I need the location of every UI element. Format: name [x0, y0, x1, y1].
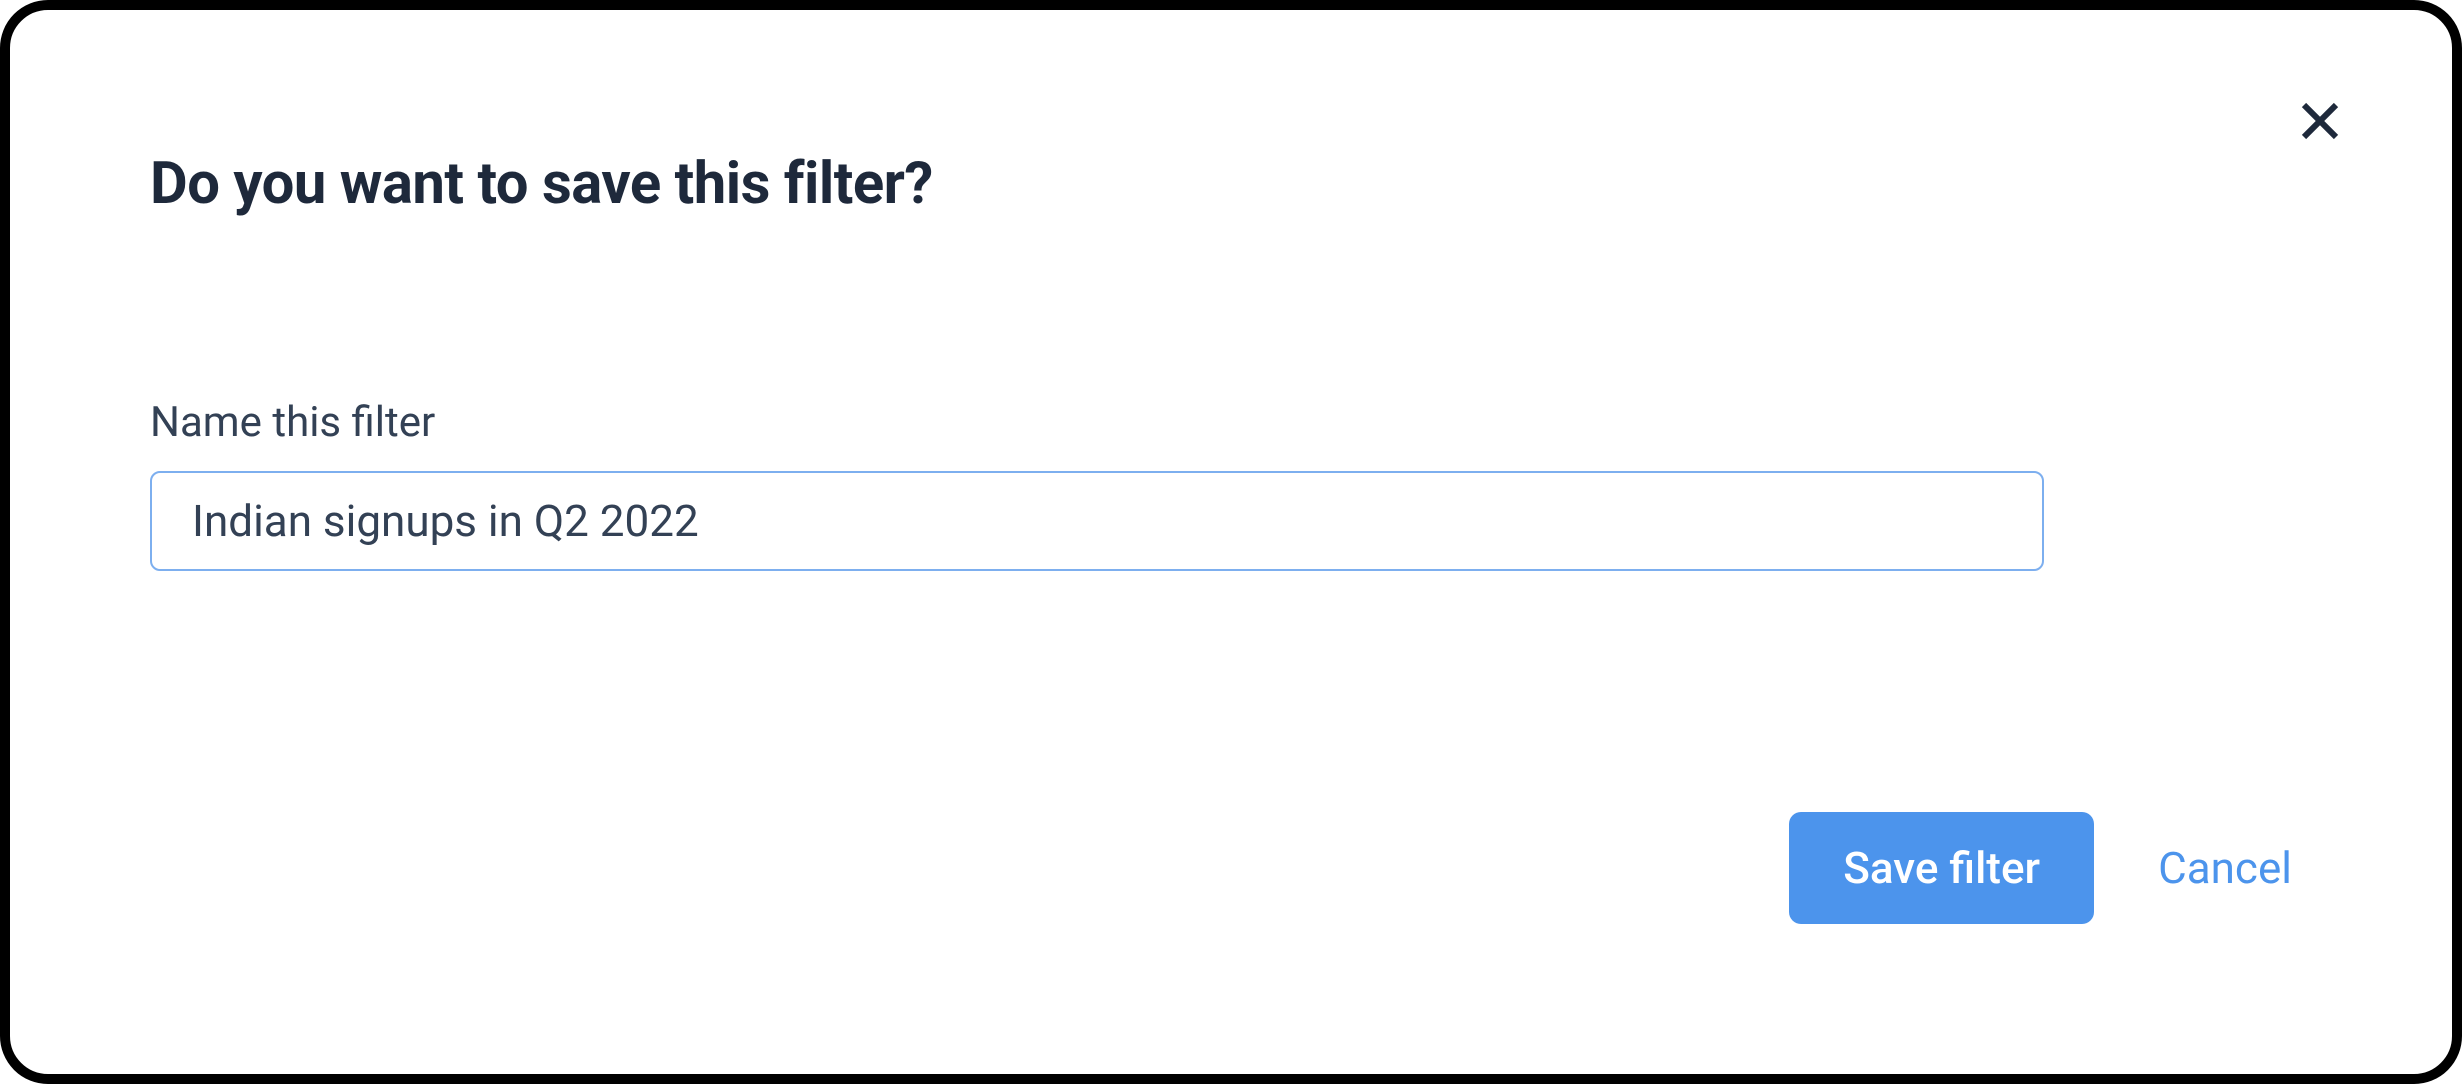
dialog-title: Do you want to save this filter? — [150, 150, 2312, 218]
close-button[interactable] — [2288, 90, 2352, 154]
filter-name-label: Name this filter — [150, 398, 2312, 447]
cancel-button[interactable]: Cancel — [2158, 842, 2292, 894]
dialog-actions: Save filter Cancel — [1789, 812, 2292, 924]
filter-name-input[interactable] — [150, 471, 2044, 571]
save-filter-dialog: Do you want to save this filter? Name th… — [0, 0, 2462, 1084]
close-icon — [2296, 97, 2344, 148]
save-filter-button[interactable]: Save filter — [1789, 812, 2094, 924]
